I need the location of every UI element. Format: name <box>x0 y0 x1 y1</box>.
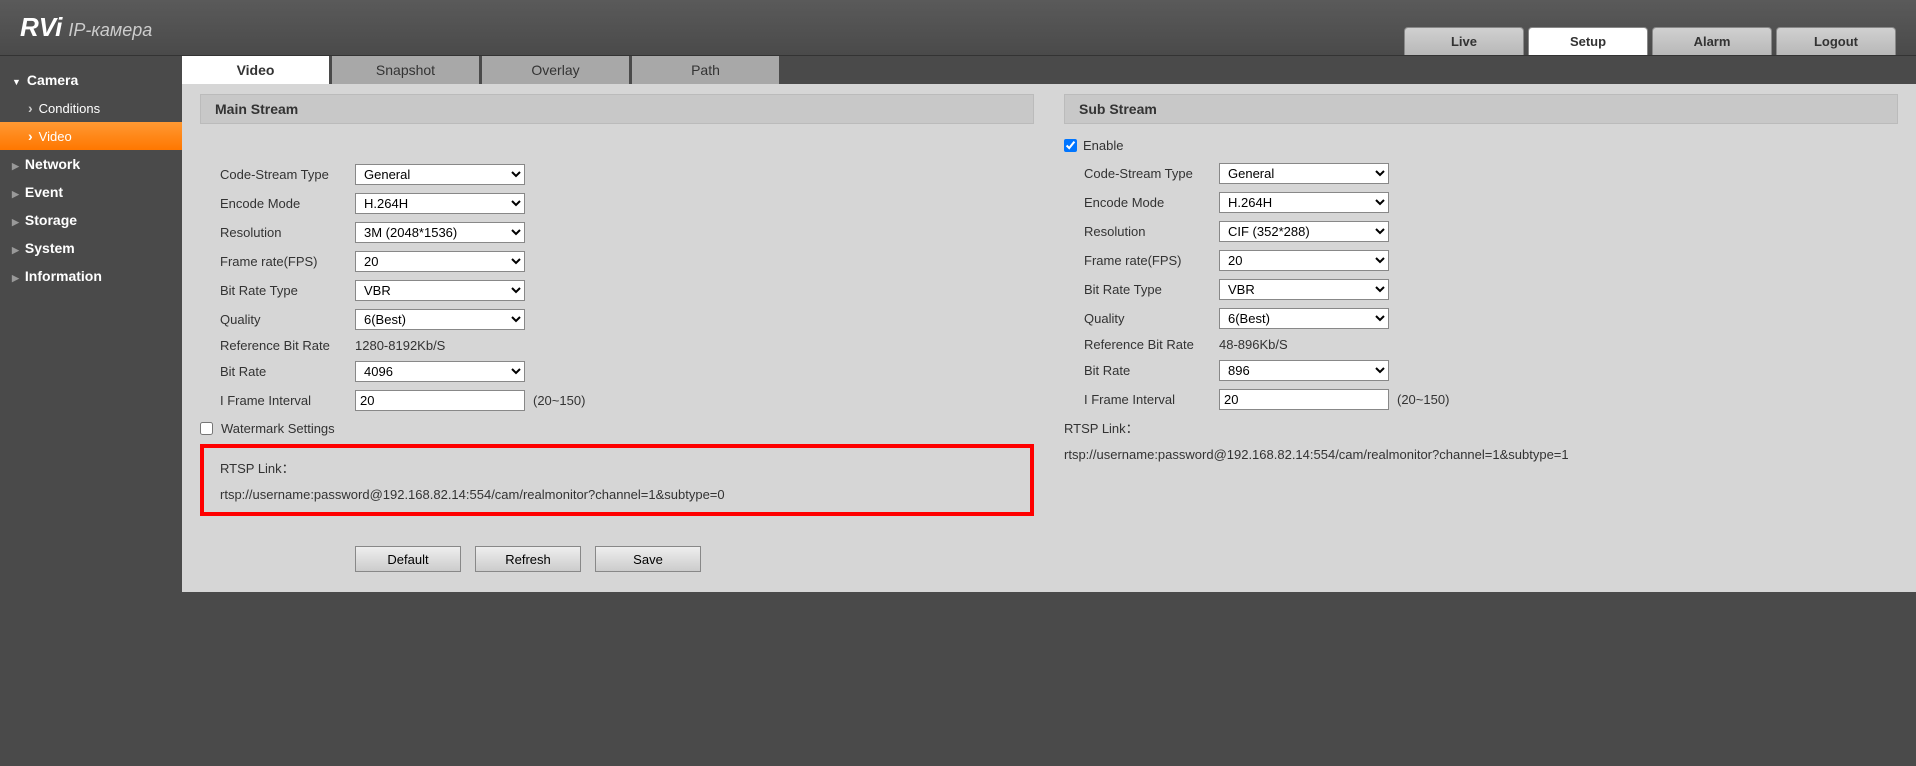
chevron-right-icon <box>12 268 19 284</box>
select-resolution-sub[interactable]: CIF (352*288) <box>1219 221 1389 242</box>
label-bit-rate-type-sub: Bit Rate Type <box>1084 282 1219 297</box>
sidebar-item-conditions[interactable]: Conditions <box>0 94 182 122</box>
checkbox-watermark[interactable] <box>200 422 213 435</box>
chevron-down-icon <box>12 72 21 88</box>
select-bit-rate-type-main[interactable]: VBR <box>355 280 525 301</box>
sidebar-item-system[interactable]: System <box>0 234 182 262</box>
chevron-right-icon <box>12 156 19 172</box>
select-quality-main[interactable]: 6(Best) <box>355 309 525 330</box>
value-ref-bit-rate-sub: 48-896Kb/S <box>1219 337 1288 352</box>
label-ref-bit-rate-sub: Reference Bit Rate <box>1084 337 1219 352</box>
logo-text: IP-камера <box>68 20 152 41</box>
rtsp-title-main: RTSP Link： <box>220 458 1014 477</box>
subtab-snapshot[interactable]: Snapshot <box>332 56 482 84</box>
select-code-stream-type-main[interactable]: General <box>355 164 525 185</box>
refresh-button[interactable]: Refresh <box>475 546 581 572</box>
label-quality-sub: Quality <box>1084 311 1219 326</box>
tab-alarm[interactable]: Alarm <box>1652 27 1772 55</box>
sidebar-item-video[interactable]: Video <box>0 122 182 150</box>
sidebar-label-network: Network <box>25 156 80 172</box>
select-resolution-main[interactable]: 3M (2048*1536) <box>355 222 525 243</box>
label-fps-sub: Frame rate(FPS) <box>1084 253 1219 268</box>
select-code-stream-type-sub[interactable]: General <box>1219 163 1389 184</box>
label-resolution: Resolution <box>220 225 355 240</box>
select-bit-rate-main[interactable]: 4096 <box>355 361 525 382</box>
label-quality: Quality <box>220 312 355 327</box>
label-encode-mode: Encode Mode <box>220 196 355 211</box>
chevron-right-icon <box>28 128 33 144</box>
sidebar-label-storage: Storage <box>25 212 77 228</box>
sidebar: Camera Conditions Video Network Event St… <box>0 56 182 592</box>
logo: RVi IP-камера <box>20 12 152 43</box>
rtsp-value-sub: rtsp://username:password@192.168.82.14:5… <box>1064 447 1898 462</box>
tab-live[interactable]: Live <box>1404 27 1524 55</box>
label-code-stream-type-sub: Code-Stream Type <box>1084 166 1219 181</box>
chevron-right-icon <box>12 240 19 256</box>
label-ref-bit-rate: Reference Bit Rate <box>220 338 355 353</box>
subtab-path[interactable]: Path <box>632 56 782 84</box>
main-stream-title: Main Stream <box>200 94 1034 124</box>
main-content: Video Snapshot Overlay Path Main Stream … <box>182 56 1916 592</box>
sidebar-item-camera[interactable]: Camera <box>0 66 182 94</box>
chevron-right-icon <box>12 184 19 200</box>
select-encode-mode-main[interactable]: H.264H <box>355 193 525 214</box>
main-stream-panel: Main Stream Code-Stream Type General Enc… <box>200 94 1034 572</box>
sidebar-label-event: Event <box>25 184 63 200</box>
input-iframe-main[interactable] <box>355 390 525 411</box>
label-bit-rate-type: Bit Rate Type <box>220 283 355 298</box>
select-fps-main[interactable]: 20 <box>355 251 525 272</box>
label-iframe-sub: I Frame Interval <box>1084 392 1219 407</box>
sub-tabs: Video Snapshot Overlay Path <box>182 56 1916 84</box>
label-iframe: I Frame Interval <box>220 393 355 408</box>
hint-iframe-main: (20~150) <box>533 393 585 408</box>
value-ref-bit-rate-main: 1280-8192Kb/S <box>355 338 445 353</box>
sidebar-label-video: Video <box>39 129 72 144</box>
hint-iframe-sub: (20~150) <box>1397 392 1449 407</box>
label-bit-rate: Bit Rate <box>220 364 355 379</box>
select-fps-sub[interactable]: 20 <box>1219 250 1389 271</box>
label-code-stream-type: Code-Stream Type <box>220 167 355 182</box>
rtsp-value-main: rtsp://username:password@192.168.82.14:5… <box>220 487 1014 502</box>
select-encode-mode-sub[interactable]: H.264H <box>1219 192 1389 213</box>
tab-logout[interactable]: Logout <box>1776 27 1896 55</box>
chevron-right-icon <box>28 100 33 116</box>
logo-brand: RVi <box>20 12 62 43</box>
label-enable-sub: Enable <box>1083 138 1123 153</box>
rtsp-title-sub: RTSP Link： <box>1064 418 1898 437</box>
label-encode-mode-sub: Encode Mode <box>1084 195 1219 210</box>
sub-stream-panel: Sub Stream Enable Code-Stream Type Gener… <box>1064 94 1898 572</box>
select-quality-sub[interactable]: 6(Best) <box>1219 308 1389 329</box>
input-iframe-sub[interactable] <box>1219 389 1389 410</box>
default-button[interactable]: Default <box>355 546 461 572</box>
chevron-right-icon <box>12 212 19 228</box>
subtab-video[interactable]: Video <box>182 56 332 84</box>
sidebar-item-network[interactable]: Network <box>0 150 182 178</box>
save-button[interactable]: Save <box>595 546 701 572</box>
label-resolution-sub: Resolution <box>1084 224 1219 239</box>
sidebar-label-system: System <box>25 240 75 256</box>
select-bit-rate-type-sub[interactable]: VBR <box>1219 279 1389 300</box>
sidebar-label-conditions: Conditions <box>39 101 100 116</box>
label-bit-rate-sub: Bit Rate <box>1084 363 1219 378</box>
label-watermark: Watermark Settings <box>221 421 335 436</box>
rtsp-link-main-block: RTSP Link： rtsp://username:password@192.… <box>200 444 1034 516</box>
top-tabs: Live Setup Alarm Logout <box>1404 0 1896 55</box>
sub-stream-title: Sub Stream <box>1064 94 1898 124</box>
sidebar-label-information: Information <box>25 268 102 284</box>
sidebar-label-camera: Camera <box>27 72 78 88</box>
sidebar-item-information[interactable]: Information <box>0 262 182 290</box>
subtab-overlay[interactable]: Overlay <box>482 56 632 84</box>
sidebar-item-event[interactable]: Event <box>0 178 182 206</box>
label-fps: Frame rate(FPS) <box>220 254 355 269</box>
tab-setup[interactable]: Setup <box>1528 27 1648 55</box>
checkbox-enable-sub[interactable] <box>1064 139 1077 152</box>
header: RVi IP-камера Live Setup Alarm Logout <box>0 0 1916 56</box>
select-bit-rate-sub[interactable]: 896 <box>1219 360 1389 381</box>
rtsp-link-sub-block: RTSP Link： rtsp://username:password@192.… <box>1064 418 1898 462</box>
sidebar-item-storage[interactable]: Storage <box>0 206 182 234</box>
